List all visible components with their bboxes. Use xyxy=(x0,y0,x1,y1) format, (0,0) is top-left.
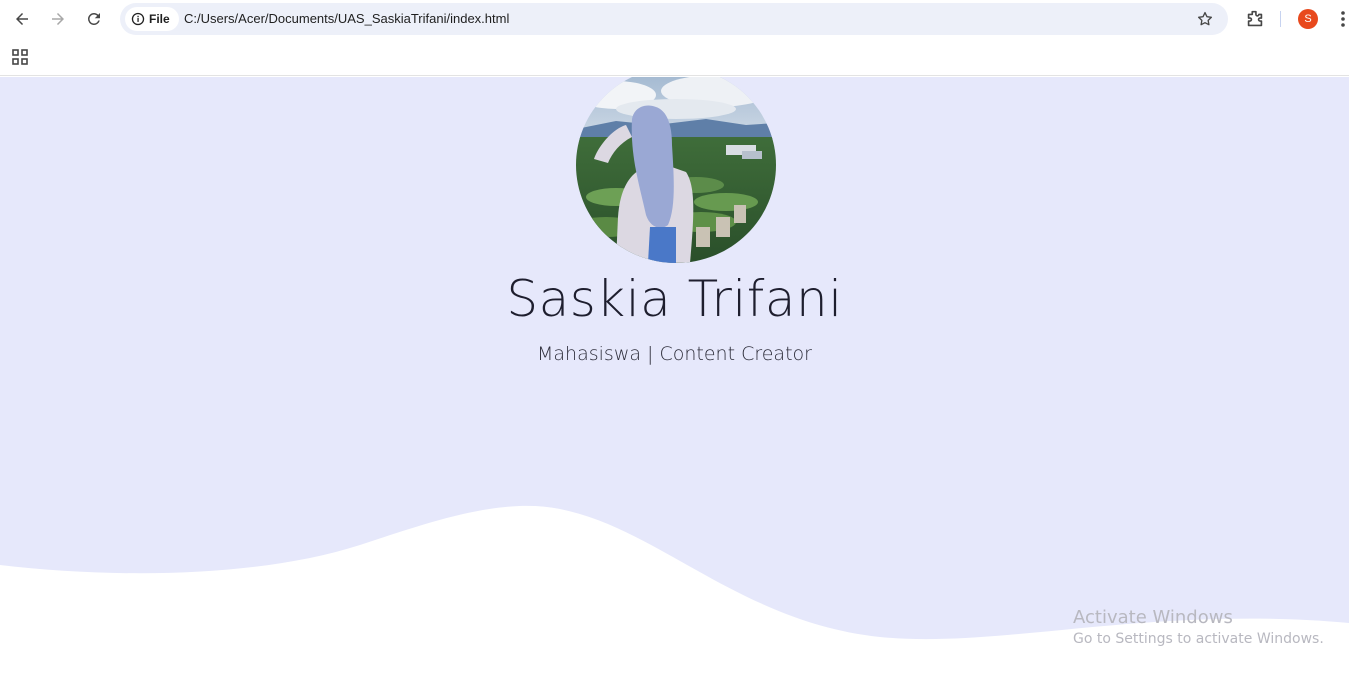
site-info-chip[interactable]: File xyxy=(125,7,179,31)
profile-avatar[interactable]: S xyxy=(1298,9,1318,29)
activate-windows-watermark: Activate Windows Go to Settings to activ… xyxy=(1073,607,1324,647)
url-text[interactable]: C:/Users/Acer/Documents/UAS_SaskiaTrifan… xyxy=(184,11,509,26)
bookmarks-bar xyxy=(0,38,1349,76)
watermark-subtitle: Go to Settings to activate Windows. xyxy=(1073,631,1324,647)
site-info-label: File xyxy=(149,12,170,26)
hero-section: Saskia Trifani Mahasiswa | Content Creat… xyxy=(0,77,1349,677)
puzzle-icon[interactable] xyxy=(1244,8,1266,30)
watermark-title: Activate Windows xyxy=(1073,607,1233,628)
browser-toolbar: File C:/Users/Acer/Documents/UAS_SaskiaT… xyxy=(0,0,1349,38)
kebab-menu-icon[interactable] xyxy=(1335,9,1349,29)
arrow-right-icon xyxy=(52,13,64,25)
arrow-left-icon xyxy=(16,13,28,25)
address-bar[interactable]: File C:/Users/Acer/Documents/UAS_SaskiaT… xyxy=(120,3,1228,35)
star-icon[interactable] xyxy=(1196,10,1214,28)
reload-icon xyxy=(87,12,100,25)
info-icon xyxy=(131,12,145,26)
reload-button[interactable] xyxy=(82,7,106,31)
toolbar-divider xyxy=(1280,11,1281,27)
back-button[interactable] xyxy=(10,7,34,31)
forward-button[interactable] xyxy=(46,7,70,31)
hero-name: Saskia Trifani xyxy=(506,270,843,328)
hero-tagline: Mahasiswa | Content Creator xyxy=(537,343,812,365)
apps-grid-icon[interactable] xyxy=(11,48,29,66)
